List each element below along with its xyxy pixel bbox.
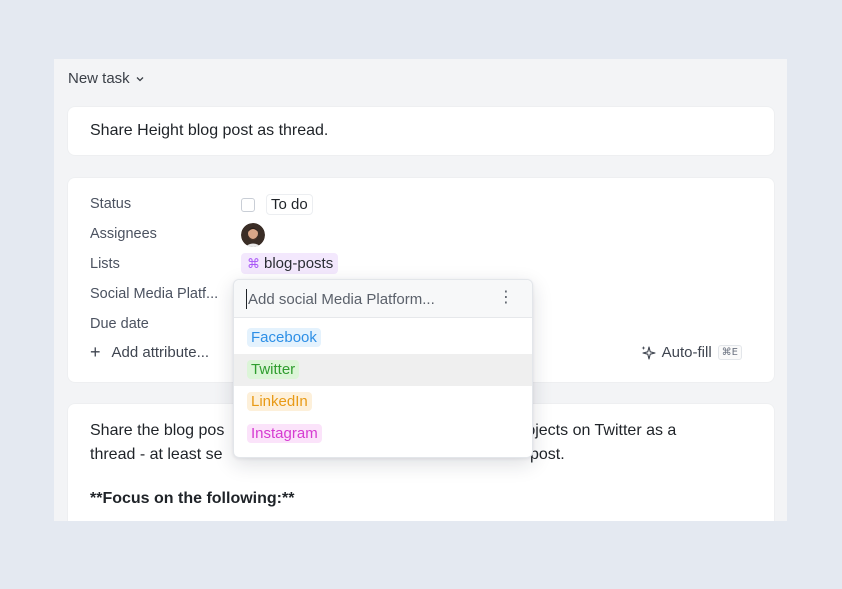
description-line-1-left: Share the blog pos	[90, 422, 225, 439]
description-line-2-right: post.	[530, 446, 565, 463]
platform-search-input[interactable]	[246, 289, 486, 309]
chevron-down-icon	[136, 76, 144, 81]
status-checkbox[interactable]	[241, 197, 255, 212]
assignees-value[interactable]	[241, 223, 265, 247]
social-media-dropdown: ⋮ Facebook Twitter LinkedIn Instagram	[233, 279, 533, 458]
dropdown-search-bar: ⋮	[234, 280, 532, 318]
list-pill-blog-posts[interactable]: ⌘ blog-posts	[241, 253, 339, 274]
platform-option-linkedin[interactable]: LinkedIn	[234, 386, 532, 418]
avatar[interactable]	[241, 223, 265, 247]
add-attribute-button[interactable]: + Add attribute...	[90, 343, 209, 361]
platform-option-instagram[interactable]: Instagram	[234, 418, 532, 450]
due-date-label: Due date	[90, 316, 149, 332]
plus-icon: +	[90, 342, 101, 362]
description-line-1-right: rojects on Twitter as a	[521, 422, 677, 439]
platform-tag: LinkedIn	[247, 392, 312, 411]
more-options-icon[interactable]: ⋮	[498, 288, 514, 308]
new-task-menu[interactable]: New task	[68, 70, 145, 87]
platform-option-facebook[interactable]: Facebook	[234, 322, 532, 354]
sparkle-icon	[641, 345, 656, 360]
platform-tag: Facebook	[247, 328, 321, 347]
description-line-2-left: thread - at least se	[90, 446, 223, 463]
task-title-card[interactable]: Share Height blog post as thread.	[68, 107, 774, 155]
task-title[interactable]: Share Height blog post as thread.	[90, 122, 328, 140]
platform-option-twitter[interactable]: Twitter	[234, 354, 532, 386]
status-label: Status	[90, 196, 132, 212]
social-media-label: Social Media Platf...	[90, 286, 219, 302]
description-focus-heading: **Focus on the following:**	[90, 490, 295, 507]
auto-fill-button[interactable]: Auto-fill ⌘E	[640, 344, 742, 361]
status-value[interactable]: To do	[241, 194, 313, 215]
add-attribute-label: Add attribute...	[111, 343, 210, 361]
list-pill-label: blog-posts	[264, 255, 334, 272]
auto-fill-shortcut: ⌘E	[717, 345, 742, 360]
command-icon: ⌘	[247, 255, 260, 271]
status-pill[interactable]: To do	[266, 194, 313, 215]
assignees-label: Assignees	[90, 226, 157, 242]
header-title: New task	[68, 70, 130, 87]
auto-fill-label: Auto-fill	[661, 344, 712, 361]
lists-label: Lists	[90, 256, 120, 272]
lists-value[interactable]: ⌘ blog-posts	[241, 253, 339, 274]
platform-tag: Twitter	[247, 360, 300, 379]
platform-tag: Instagram	[247, 424, 322, 443]
